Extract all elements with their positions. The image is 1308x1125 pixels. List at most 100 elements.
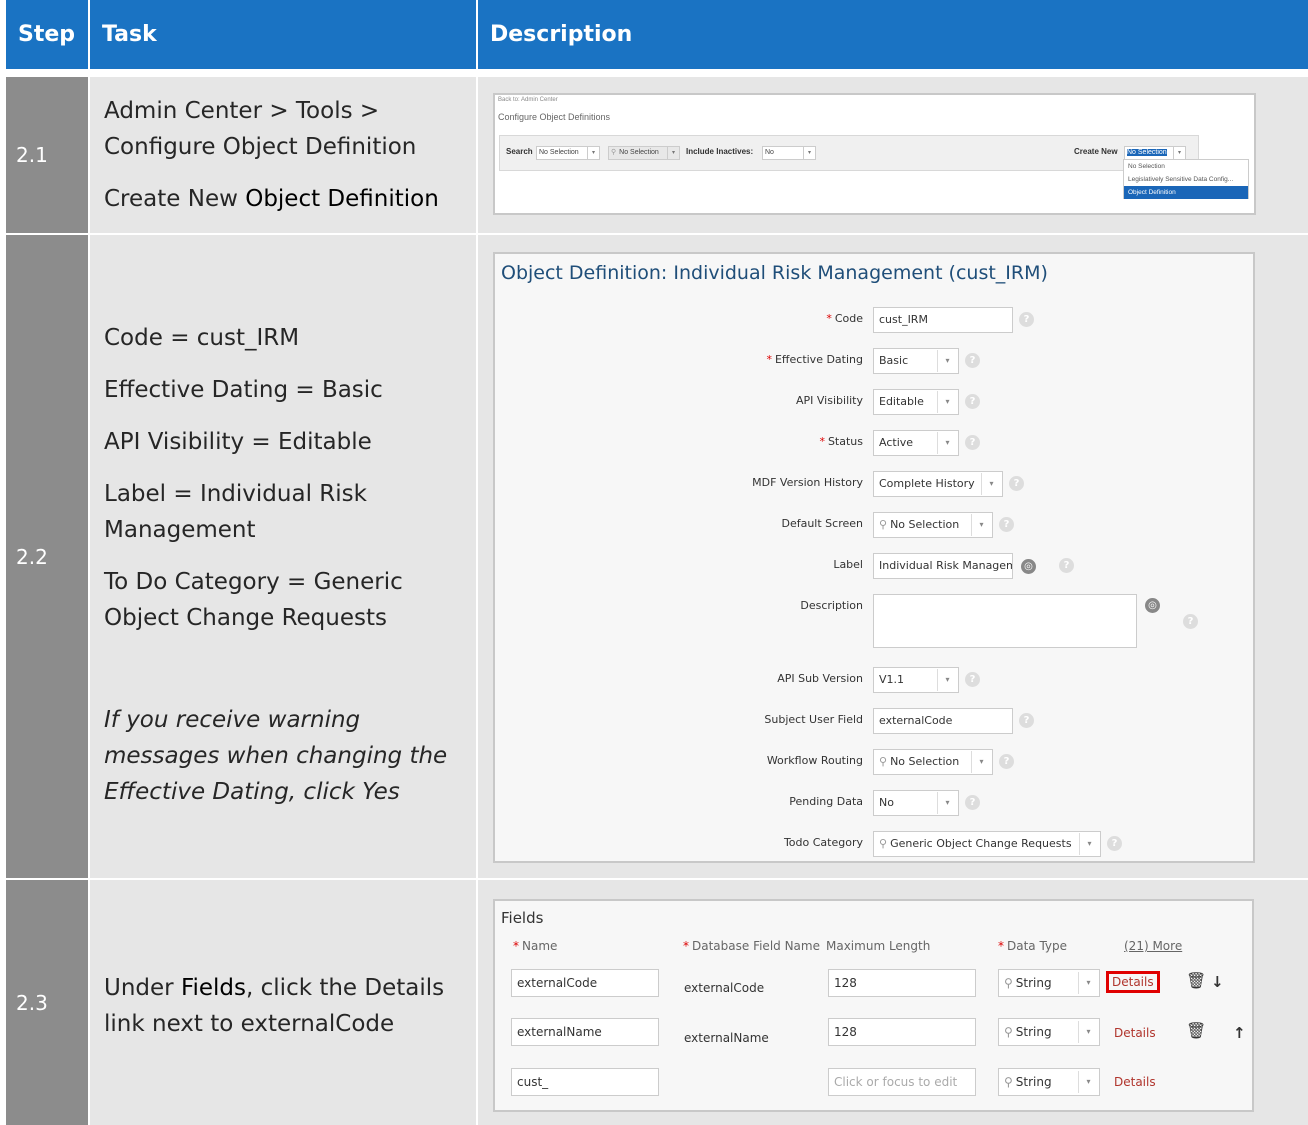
dropdown-option-selected[interactable]: Object Definition <box>1124 186 1248 199</box>
search-label: Search <box>506 147 533 156</box>
chevron-down-icon: ▾ <box>937 792 957 814</box>
todo-category-row: Todo Category ⚲ Generic Object Change Req… <box>495 831 1253 857</box>
trash-icon[interactable]: 🗑 <box>1186 971 1206 990</box>
max-length-input[interactable]: 128 <box>828 969 976 997</box>
task-note: If you receive warning messages when cha… <box>104 707 448 805</box>
search-bar: Search No Selection ▾ ⚲ No Selection ▾ Incl… <box>499 135 1199 171</box>
object-definition-screenshot: Object Definition: Individual Risk Manag… <box>493 252 1255 863</box>
task-line: Label = Individual Risk Management <box>104 481 367 543</box>
chevron-down-icon: ▾ <box>937 350 957 372</box>
task-cell: Code = cust_IRM Effective Dating = Basic… <box>90 235 476 878</box>
workflow-routing-label: Workflow Routing <box>766 754 863 767</box>
mdf-version-row: MDF Version History Complete History ▾ ? <box>495 471 1253 497</box>
trash-icon[interactable]: 🗑 <box>1186 1021 1206 1040</box>
search-object-select[interactable]: ⚲ No Selection ▾ <box>608 146 680 160</box>
api-visibility-select[interactable]: Editable ▾ <box>873 389 959 415</box>
page-title: Configure Object Definitions <box>498 112 611 122</box>
workflow-routing-row: Workflow Routing ⚲ No Selection ▾ ? <box>495 749 1253 775</box>
help-icon[interactable]: ? <box>1009 476 1024 491</box>
arrow-up-icon[interactable]: ↑ <box>1233 1024 1246 1042</box>
include-inactives-label: Include Inactives: <box>686 147 754 156</box>
help-icon[interactable]: ? <box>1019 713 1034 728</box>
search-select[interactable]: No Selection ▾ <box>536 146 600 160</box>
task-cell: Under Fields, click the Details link nex… <box>90 880 476 1125</box>
help-icon[interactable]: ? <box>965 795 980 810</box>
details-link[interactable]: Details <box>1106 971 1160 993</box>
label-row: Label Individual Risk Managem ◎ ? <box>495 553 1253 579</box>
help-icon[interactable]: ? <box>1183 614 1198 629</box>
chevron-down-icon: ▾ <box>937 669 957 691</box>
description-label: Description <box>800 599 863 612</box>
dropdown-option[interactable]: No Selection <box>1124 160 1248 173</box>
help-icon[interactable]: ? <box>1059 558 1074 573</box>
field-name-input[interactable]: externalCode <box>511 969 659 997</box>
code-input[interactable]: cust_IRM <box>873 307 1013 333</box>
more-columns-link[interactable]: (21) More <box>1124 939 1182 953</box>
task-line: API Visibility = Editable <box>104 429 372 455</box>
api-sub-version-select[interactable]: V1.1 ▾ <box>873 667 959 693</box>
details-link[interactable]: Details <box>1114 1075 1156 1089</box>
chevron-down-icon: ▾ <box>1079 833 1099 855</box>
globe-icon[interactable]: ◎ <box>1145 598 1160 613</box>
chevron-down-icon: ▾ <box>1078 1071 1098 1093</box>
workflow-routing-select[interactable]: ⚲ No Selection ▾ <box>873 749 993 775</box>
back-link[interactable]: Back to: Admin Center <box>498 97 558 103</box>
details-link[interactable]: Details <box>1114 1026 1156 1040</box>
status-select[interactable]: Active ▾ <box>873 430 959 456</box>
column-header-data-type: * Data Type <box>998 939 1068 953</box>
chevron-down-icon: ▾ <box>937 432 957 454</box>
task-bold-text: Fields <box>180 975 247 1001</box>
api-sub-version-label: API Sub Version <box>777 672 863 685</box>
help-icon[interactable]: ? <box>999 517 1014 532</box>
chevron-down-icon: ▾ <box>803 147 815 159</box>
code-row: * Code cust_IRM ? <box>495 307 1253 333</box>
column-header-name: * Name <box>513 939 558 953</box>
dropdown-option[interactable]: Legislatively Sensitive Data Config... <box>1124 173 1248 186</box>
arrow-down-icon[interactable]: ↓ <box>1211 973 1224 991</box>
max-length-input[interactable]: 128 <box>828 1018 976 1046</box>
step-number: 2.3 <box>6 880 88 1125</box>
api-visibility-row: API Visibility Editable ▾ ? <box>495 389 1253 415</box>
help-icon[interactable]: ? <box>965 394 980 409</box>
task-line: Admin Center > Tools > <box>104 98 380 124</box>
chevron-down-icon: ▾ <box>1173 147 1185 159</box>
task-line: Create New Object Definition <box>104 181 476 217</box>
help-icon[interactable]: ? <box>965 435 980 450</box>
effective-dating-select[interactable]: Basic ▾ <box>873 348 959 374</box>
task-line: Under Fields, click the Details link nex… <box>104 970 464 1042</box>
include-inactives-select[interactable]: No ▾ <box>762 146 816 160</box>
column-header-max-length: Maximum Length <box>826 939 931 953</box>
object-definition-title: Object Definition: Individual Risk Manag… <box>501 262 1048 284</box>
label-input[interactable]: Individual Risk Managem <box>873 553 1013 579</box>
create-new-select[interactable]: No Selection ▾ <box>1124 146 1186 160</box>
help-icon[interactable]: ? <box>1107 836 1122 851</box>
subject-user-field-input[interactable]: externalCode <box>873 708 1013 734</box>
chevron-down-icon: ▾ <box>1078 972 1098 994</box>
task-line: Configure Object Definition <box>104 134 417 160</box>
field-name-input[interactable]: cust_ <box>511 1068 659 1096</box>
default-screen-row: Default Screen ⚲ No Selection ▾ ? <box>495 512 1253 538</box>
help-icon[interactable]: ? <box>965 353 980 368</box>
globe-icon[interactable]: ◎ <box>1021 559 1036 574</box>
pending-data-select[interactable]: No ▾ <box>873 790 959 816</box>
default-screen-select[interactable]: ⚲ No Selection ▾ <box>873 512 993 538</box>
max-length-input[interactable]: Click or focus to edit <box>828 1068 976 1096</box>
help-icon[interactable]: ? <box>965 672 980 687</box>
data-type-select[interactable]: ⚲ String ▾ <box>998 1068 1100 1096</box>
subject-user-field-label: Subject User Field <box>764 713 863 726</box>
search-icon: ⚲ <box>879 518 888 531</box>
mdf-version-select[interactable]: Complete History ▾ <box>873 471 1003 497</box>
todo-category-select[interactable]: ⚲ Generic Object Change Requests ▾ <box>873 831 1101 857</box>
code-label: * Code <box>826 312 863 325</box>
task-cell: Admin Center > Tools > Configure Object … <box>90 77 476 233</box>
task-text: Under <box>104 975 181 1001</box>
help-icon[interactable]: ? <box>1019 312 1034 327</box>
help-icon[interactable]: ? <box>999 754 1014 769</box>
header-task: Task <box>90 0 476 69</box>
data-type-select[interactable]: ⚲ String ▾ <box>998 1018 1100 1046</box>
chevron-down-icon: ▾ <box>587 147 599 159</box>
description-textarea[interactable] <box>873 594 1137 648</box>
field-name-input[interactable]: externalName <box>511 1018 659 1046</box>
data-type-select[interactable]: ⚲ String ▾ <box>998 969 1100 997</box>
chevron-down-icon: ▾ <box>971 751 991 773</box>
